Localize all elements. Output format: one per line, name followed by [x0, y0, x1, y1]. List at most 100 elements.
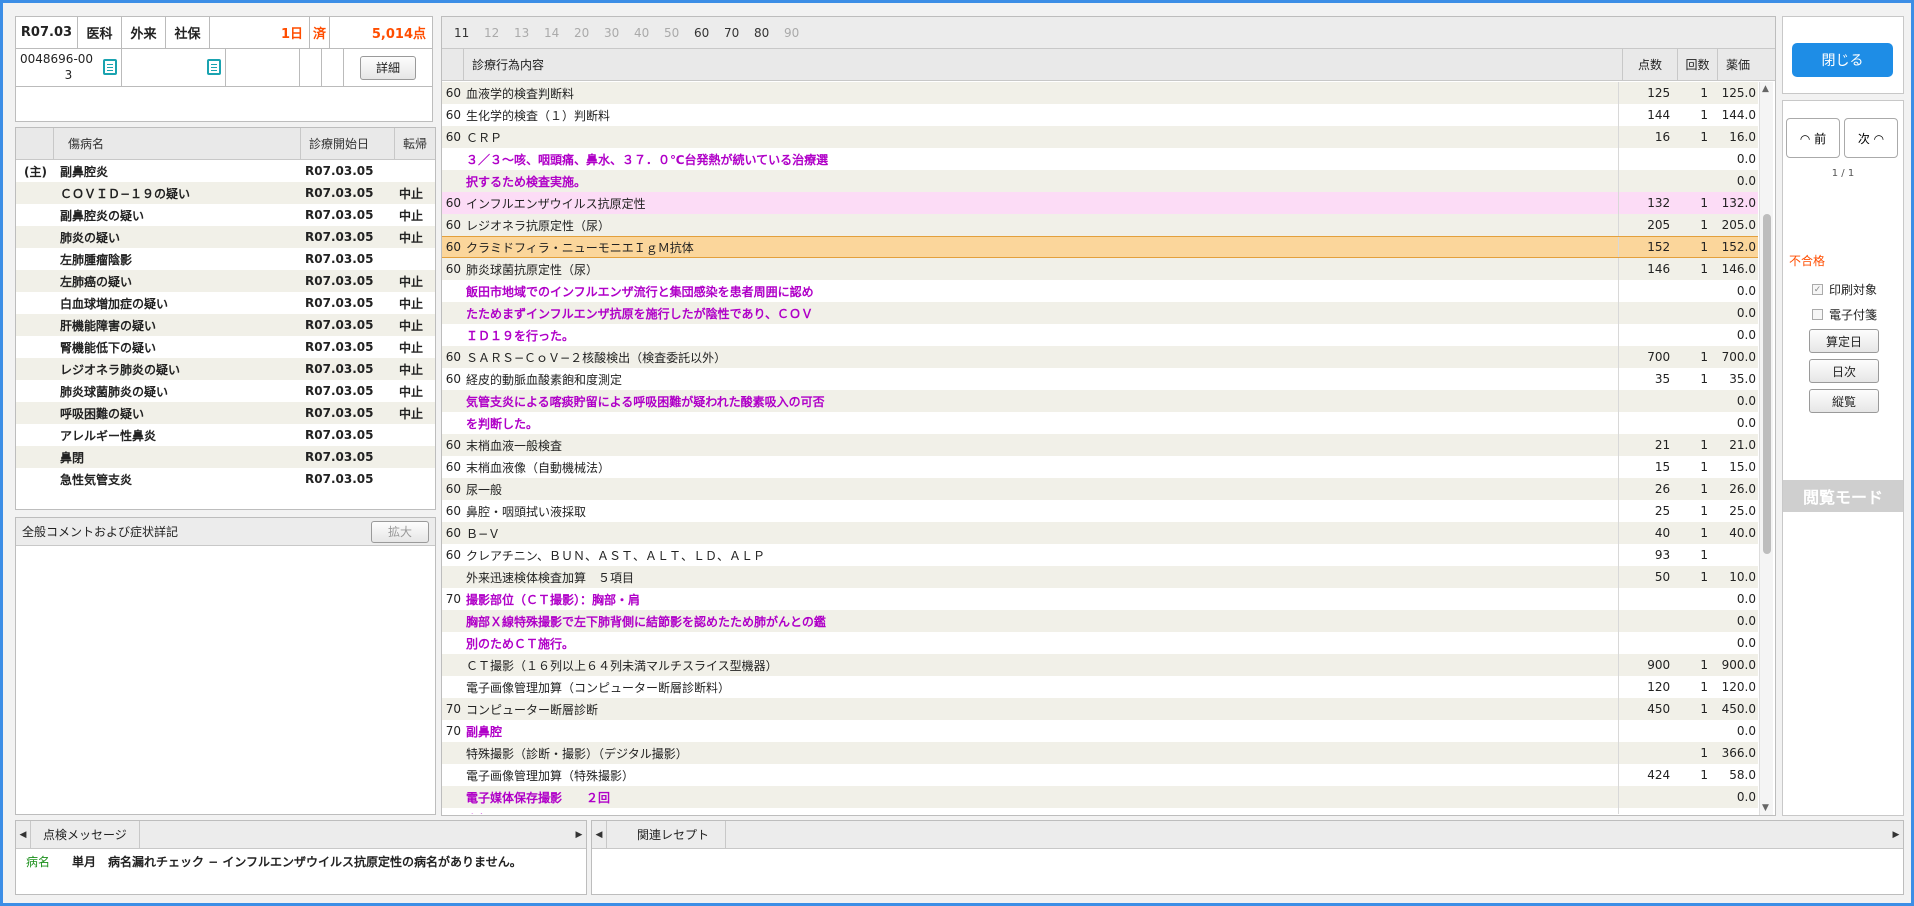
- disease-row[interactable]: (主) 副鼻腔炎 R07.03.05: [16, 160, 435, 182]
- procedure-row[interactable]: 電子画像管理加算（コンピューター断層診断料） 120 1 120.0: [442, 676, 1758, 698]
- disease-row[interactable]: 急性気管支炎 R07.03.05: [16, 468, 435, 490]
- daily-button[interactable]: 日次: [1809, 359, 1879, 383]
- detail-button[interactable]: 詳細: [360, 55, 416, 80]
- disease-row[interactable]: レジオネラ肺炎の疑い R07.03.05 中止: [16, 358, 435, 380]
- procedure-row[interactable]: 胸部Ｘ線特殊撮影で左下肺背側に結節影を認めたため肺がんとの鑑 0.0: [442, 610, 1758, 632]
- procedure-row[interactable]: 60 生化学的検査（１）判断料 144 1 144.0: [442, 104, 1758, 126]
- disease-mark: [16, 248, 54, 270]
- procedure-row[interactable]: 60 レジオネラ抗原定性（尿） 205 1 205.0: [442, 214, 1758, 236]
- message-row[interactable]: 病名 単月 病名漏れチェック − インフルエンザウイルス抗原定性の病名がありませ…: [16, 849, 586, 873]
- disease-row[interactable]: 白血球増加症の疑い R07.03.05 中止: [16, 292, 435, 314]
- disease-row[interactable]: 左肺癌の疑い R07.03.05 中止: [16, 270, 435, 292]
- procedure-row[interactable]: 60 クレアチニン、ＢＵＮ、ＡＳＴ、ＡＬＴ、ＬＤ、ＡＬＰ 93 1: [442, 544, 1758, 566]
- procedure-row[interactable]: 70 副鼻腔 0.0: [442, 720, 1758, 742]
- procedure-row[interactable]: 60 血液学的検査判断料 125 1 125.0: [442, 82, 1758, 104]
- procedure-row[interactable]: 60 末梢血液像（自動機械法） 15 1 15.0: [442, 456, 1758, 478]
- procedure-row[interactable]: 択するため検査実施。 0.0: [442, 170, 1758, 192]
- procedure-row[interactable]: 60 肺炎球菌抗原定性（尿） 146 1 146.0: [442, 258, 1758, 280]
- procedure-row[interactable]: 60 Ｂ−Ｖ 40 1 40.0: [442, 522, 1758, 544]
- procedure-row[interactable]: 70 撮影部位（ＣＴ撮影）：胸部・肩 0.0: [442, 588, 1758, 610]
- tab-60[interactable]: 60: [694, 26, 724, 40]
- procedure-row[interactable]: 60 末梢血液一般検査 21 1 21.0: [442, 434, 1758, 456]
- procedure-price: 0.0: [1736, 152, 1756, 166]
- prev-button[interactable]: ◠ 前: [1786, 118, 1840, 158]
- procedure-price: 21.0: [1729, 438, 1756, 452]
- disease-row[interactable]: 肺炎球菌肺炎の疑い R07.03.05 中止: [16, 380, 435, 402]
- disease-row[interactable]: アレルギー性鼻炎 R07.03.05: [16, 424, 435, 446]
- procedure-row[interactable]: ＩＤ１９を行った。 0.0: [442, 324, 1758, 346]
- document-copy-icon[interactable]: [99, 55, 117, 75]
- disease-row[interactable]: 鼻閉 R07.03.05: [16, 446, 435, 468]
- disease-row[interactable]: 肺炎の疑い R07.03.05 中止: [16, 226, 435, 248]
- procedure-row[interactable]: 気管支炎による喀痰貯留による呼吸困難が疑われた酸素吸入の可否 0.0: [442, 390, 1758, 412]
- e-attach-checkbox[interactable]: 電子付箋: [1812, 306, 1877, 323]
- tab-check-message[interactable]: 点検メッセージ: [30, 821, 140, 848]
- close-button[interactable]: 閉じる: [1792, 43, 1893, 77]
- disease-mark: [16, 292, 54, 314]
- tab-20[interactable]: 20: [574, 26, 604, 40]
- disease-row[interactable]: 副鼻腔炎の疑い R07.03.05 中止: [16, 204, 435, 226]
- count-header: 回数: [1678, 49, 1718, 80]
- procedure-row[interactable]: 60 ＳＡＲＳ−ＣｏＶ−２核酸検出（検査委託以外） 700 1 700.0: [442, 346, 1758, 368]
- procedure-points: 16: [1654, 130, 1671, 144]
- tab-80[interactable]: 80: [754, 26, 784, 40]
- procedure-row[interactable]: を判断した。 0.0: [442, 412, 1758, 434]
- procedure-row[interactable]: 60 インフルエンザウイルス抗原定性 132 1 132.0: [442, 192, 1758, 214]
- procedure-row[interactable]: 60 ＣＲＰ 16 1 16.0: [442, 126, 1758, 148]
- procedure-row[interactable]: 電子媒体保存撮影 ２回 0.0: [442, 786, 1758, 808]
- disease-row[interactable]: 腎機能低下の疑い R07.03.05 中止: [16, 336, 435, 358]
- procedure-price: 40.0: [1729, 526, 1756, 540]
- disease-row[interactable]: ＣＯＶＩＤ−１９の疑い R07.03.05 中止: [16, 182, 435, 204]
- print-target-checkbox[interactable]: ✓ 印刷対象: [1812, 281, 1877, 298]
- procedure-row[interactable]: 別のためＣＴ施行。 0.0: [442, 632, 1758, 654]
- tab-12[interactable]: 12: [484, 26, 514, 40]
- scroll-thumb[interactable]: [1763, 214, 1771, 554]
- tab-related-receipt[interactable]: 関連レセプト: [606, 821, 727, 848]
- tab-30[interactable]: 30: [604, 26, 634, 40]
- tab-left-arrow-icon[interactable]: ◀: [592, 830, 606, 840]
- procedure-row[interactable]: ３／３〜咳、咽頭痛、鼻水、３７．０℃台発熱が続いている治療選 0.0: [442, 148, 1758, 170]
- procedure-row[interactable]: 60 尿一般 26 1 26.0: [442, 478, 1758, 500]
- tab-13[interactable]: 13: [514, 26, 544, 40]
- disease-start-date: R07.03.05: [305, 186, 374, 200]
- procedure-row[interactable]: 60 クラミドフィラ・ニューモニエＩｇＭ抗体 152 1 152.0: [442, 236, 1758, 258]
- procedure-row[interactable]: 電子画像管理加算（特殊撮影） 424 1 58.0: [442, 764, 1758, 786]
- procedure-row[interactable]: 飯田市地域でのインフルエンザ流行と集団感染を患者周囲に認め 0.0: [442, 280, 1758, 302]
- tab-70[interactable]: 70: [724, 26, 754, 40]
- scroll-down-icon[interactable]: ▼: [1762, 803, 1769, 813]
- expand-button[interactable]: 拡大: [371, 520, 429, 543]
- tab-50[interactable]: 50: [664, 26, 694, 40]
- tab-left-arrow-icon[interactable]: ◀: [16, 830, 30, 840]
- procedure-row[interactable]: 60 経皮的動脈血酸素飽和度測定 35 1 35.0: [442, 368, 1758, 390]
- procedure-row[interactable]: 特殊撮影（診断・撮影）（デジタル撮影） 1 366.0: [442, 742, 1758, 764]
- tab-90[interactable]: 90: [784, 26, 814, 40]
- disease-row[interactable]: 肝機能障害の疑い R07.03.05 中止: [16, 314, 435, 336]
- tab-right-arrow-icon[interactable]: ▶: [1889, 830, 1903, 840]
- blank-cell: [122, 49, 226, 86]
- disease-mark: [16, 314, 54, 336]
- procedure-row[interactable]: 60 鼻腔・咽頭拭い液採取 25 1 25.0: [442, 500, 1758, 522]
- procedure-row[interactable]: たためまずインフルエンザ抗原を施行したが陰性であり、ＣＯＶ 0.0: [442, 302, 1758, 324]
- category-tabs: 11 12 13 14 20 30 40 50 60 70 80 90: [442, 17, 1775, 49]
- procedure-scrollbar[interactable]: ▲ ▼: [1759, 82, 1773, 815]
- procedure-price: 132.0: [1721, 196, 1756, 210]
- comment-area[interactable]: [16, 546, 435, 814]
- document-copy-icon[interactable]: [203, 55, 221, 75]
- procedure-code: 70: [445, 702, 461, 716]
- disease-row[interactable]: 左肺腫瘤陰影 R07.03.05: [16, 248, 435, 270]
- scroll-up-icon[interactable]: ▲: [1762, 84, 1769, 94]
- tab-11[interactable]: 11: [454, 26, 484, 40]
- calc-day-button[interactable]: 算定日: [1809, 329, 1879, 353]
- procedure-name: ＣＲＰ: [464, 126, 1620, 148]
- tab-40[interactable]: 40: [634, 26, 664, 40]
- disease-row[interactable]: 呼吸困難の疑い R07.03.05 中止: [16, 402, 435, 424]
- procedure-count: 1: [1700, 658, 1709, 672]
- tab-14[interactable]: 14: [544, 26, 574, 40]
- procedure-row[interactable]: 70 コンピューター断層診断 450 1 450.0: [442, 698, 1758, 720]
- vertical-button[interactable]: 縦覧: [1809, 389, 1879, 413]
- next-button[interactable]: 次 ◠: [1844, 118, 1898, 158]
- procedure-row[interactable]: 70胸部 0.0: [442, 808, 1758, 814]
- procedure-row[interactable]: 外来迅速検体検査加算 ５項目 50 1 10.0: [442, 566, 1758, 588]
- tab-right-arrow-icon[interactable]: ▶: [572, 830, 586, 840]
- procedure-row[interactable]: ＣＴ撮影（１６列以上６４列未満マルチスライス型機器） 900 1 900.0: [442, 654, 1758, 676]
